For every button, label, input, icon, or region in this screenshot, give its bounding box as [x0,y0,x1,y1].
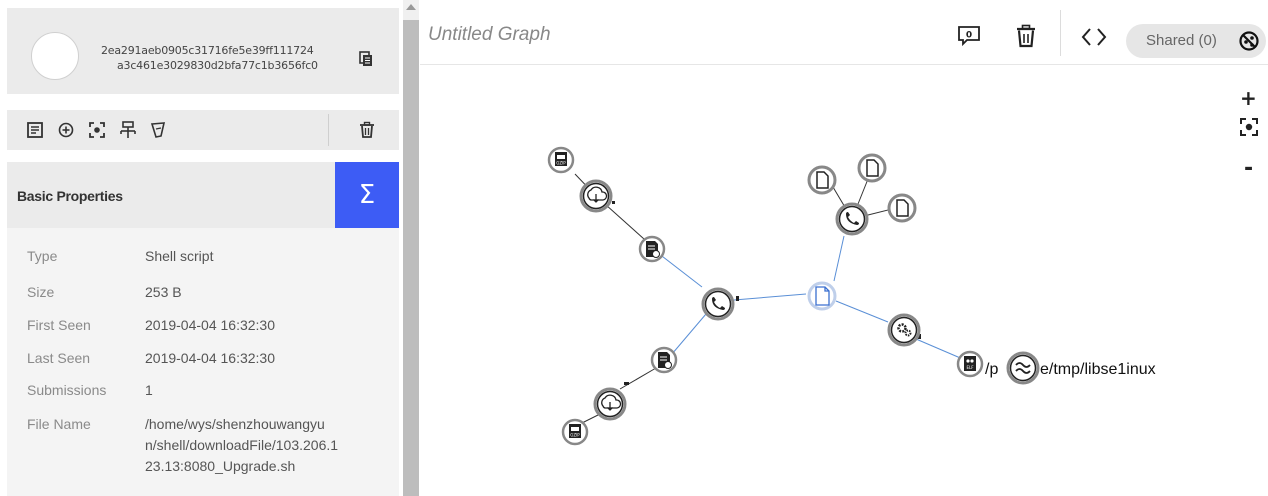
relationship-graph[interactable]: GZIP ELF /p e/tmp/libse1inux GZIP [420,64,1268,496]
avatar [31,32,79,80]
property-value-submissions: 1 [145,382,153,398]
property-value-type: Shell script [145,248,214,264]
file-hash-line-1: 2ea291aeb0905c31716fe5e39ff111724 [101,44,314,57]
notes-icon[interactable] [25,120,45,140]
code-icon[interactable] [1080,26,1108,48]
file-node[interactable] [887,193,917,223]
graph-title[interactable]: Untitled Graph [428,24,551,46]
property-value-last-seen: 2019-04-04 16:32:30 [145,350,275,366]
shared-label: Shared (0) [1146,32,1217,49]
communication-node[interactable] [835,202,869,236]
scrollbar-thumb[interactable] [403,20,419,496]
file-node[interactable] [807,165,837,195]
properties-table: Type Shell script Size 253 B First Seen … [7,228,399,496]
tree-icon[interactable] [118,120,138,140]
node-label-prefix: /p [985,361,998,378]
svg-text:ELF: ELF [966,365,974,370]
property-value-first-seen: 2019-04-04 16:32:30 [145,317,275,333]
file-name-line: /home/wys/shenzhouwangyu [145,416,325,432]
focus-icon[interactable] [87,120,107,140]
copy-icon[interactable] [357,50,375,68]
gzip-file-node[interactable]: GZIP [561,418,589,446]
trash-icon[interactable] [1013,23,1039,49]
property-key-file-name: File Name [27,416,91,432]
node-toolbar [7,110,399,150]
node-label: e/tmp/libse1inux [1040,361,1156,378]
add-circle-icon[interactable] [56,120,76,140]
property-key-first-seen: First Seen [27,317,91,333]
properties-title: Basic Properties [17,188,123,204]
shell-script-node[interactable] [638,235,666,263]
shell-script-node[interactable] [650,346,678,374]
property-value-file-name[interactable]: /home/wys/shenzhouwangyu n/shell/downloa… [145,414,338,477]
property-key-size: Size [27,284,55,300]
property-key-type: Type [27,248,58,264]
properties-header[interactable]: Basic Properties [7,162,335,228]
svg-text:GZIP: GZIP [570,433,580,438]
property-key-last-seen: Last Seen [27,350,91,366]
sigma-button[interactable]: Σ [335,162,399,228]
edge-marker [612,201,615,204]
property-value-size: 253 B [145,284,182,300]
file-name-line: 23.13:8080_Upgrade.sh [145,458,296,474]
header-divider [1060,10,1061,56]
graph-canvas[interactable]: + - GZIP ELF /p e/tmp/libse1inux GZIP [420,64,1268,496]
trash-icon[interactable] [357,120,377,140]
scroll-up-arrow[interactable] [406,4,416,10]
tag-icon[interactable] [149,120,169,140]
download-node[interactable] [579,179,613,213]
file-name-line: n/shell/downloadFile/103.206.1 [145,437,339,453]
communication-node[interactable] [701,287,735,321]
download-node[interactable] [593,387,627,421]
comment-icon[interactable]: 0 [956,24,982,48]
selected-file-node[interactable] [807,281,837,311]
gzip-file-node[interactable]: GZIP [547,146,575,174]
no-share-icon [1239,31,1259,51]
process-node[interactable] [887,313,921,347]
file-hash-card: 2ea291aeb0905c31716fe5e39ff111724 a3c461… [7,8,399,94]
elf-file-node[interactable]: ELF [956,350,984,378]
file-hash-line-2: a3c461e3029830d2bfa77c1b3656fc0 [117,59,318,72]
property-key-submissions: Submissions [27,382,107,398]
left-panel: 2ea291aeb0905c31716fe5e39ff111724 a3c461… [0,0,403,496]
graph-header: Untitled Graph 0 Shared (0) [420,0,1268,65]
toolbar-divider [328,114,329,146]
similar-node[interactable] [1006,351,1040,385]
edge-marker [624,382,629,385]
edge-marker [736,296,739,301]
comment-count: 0 [966,31,972,41]
svg-text:GZIP: GZIP [556,161,566,166]
shared-button[interactable]: Shared (0) [1126,24,1266,58]
file-node[interactable] [857,153,887,183]
